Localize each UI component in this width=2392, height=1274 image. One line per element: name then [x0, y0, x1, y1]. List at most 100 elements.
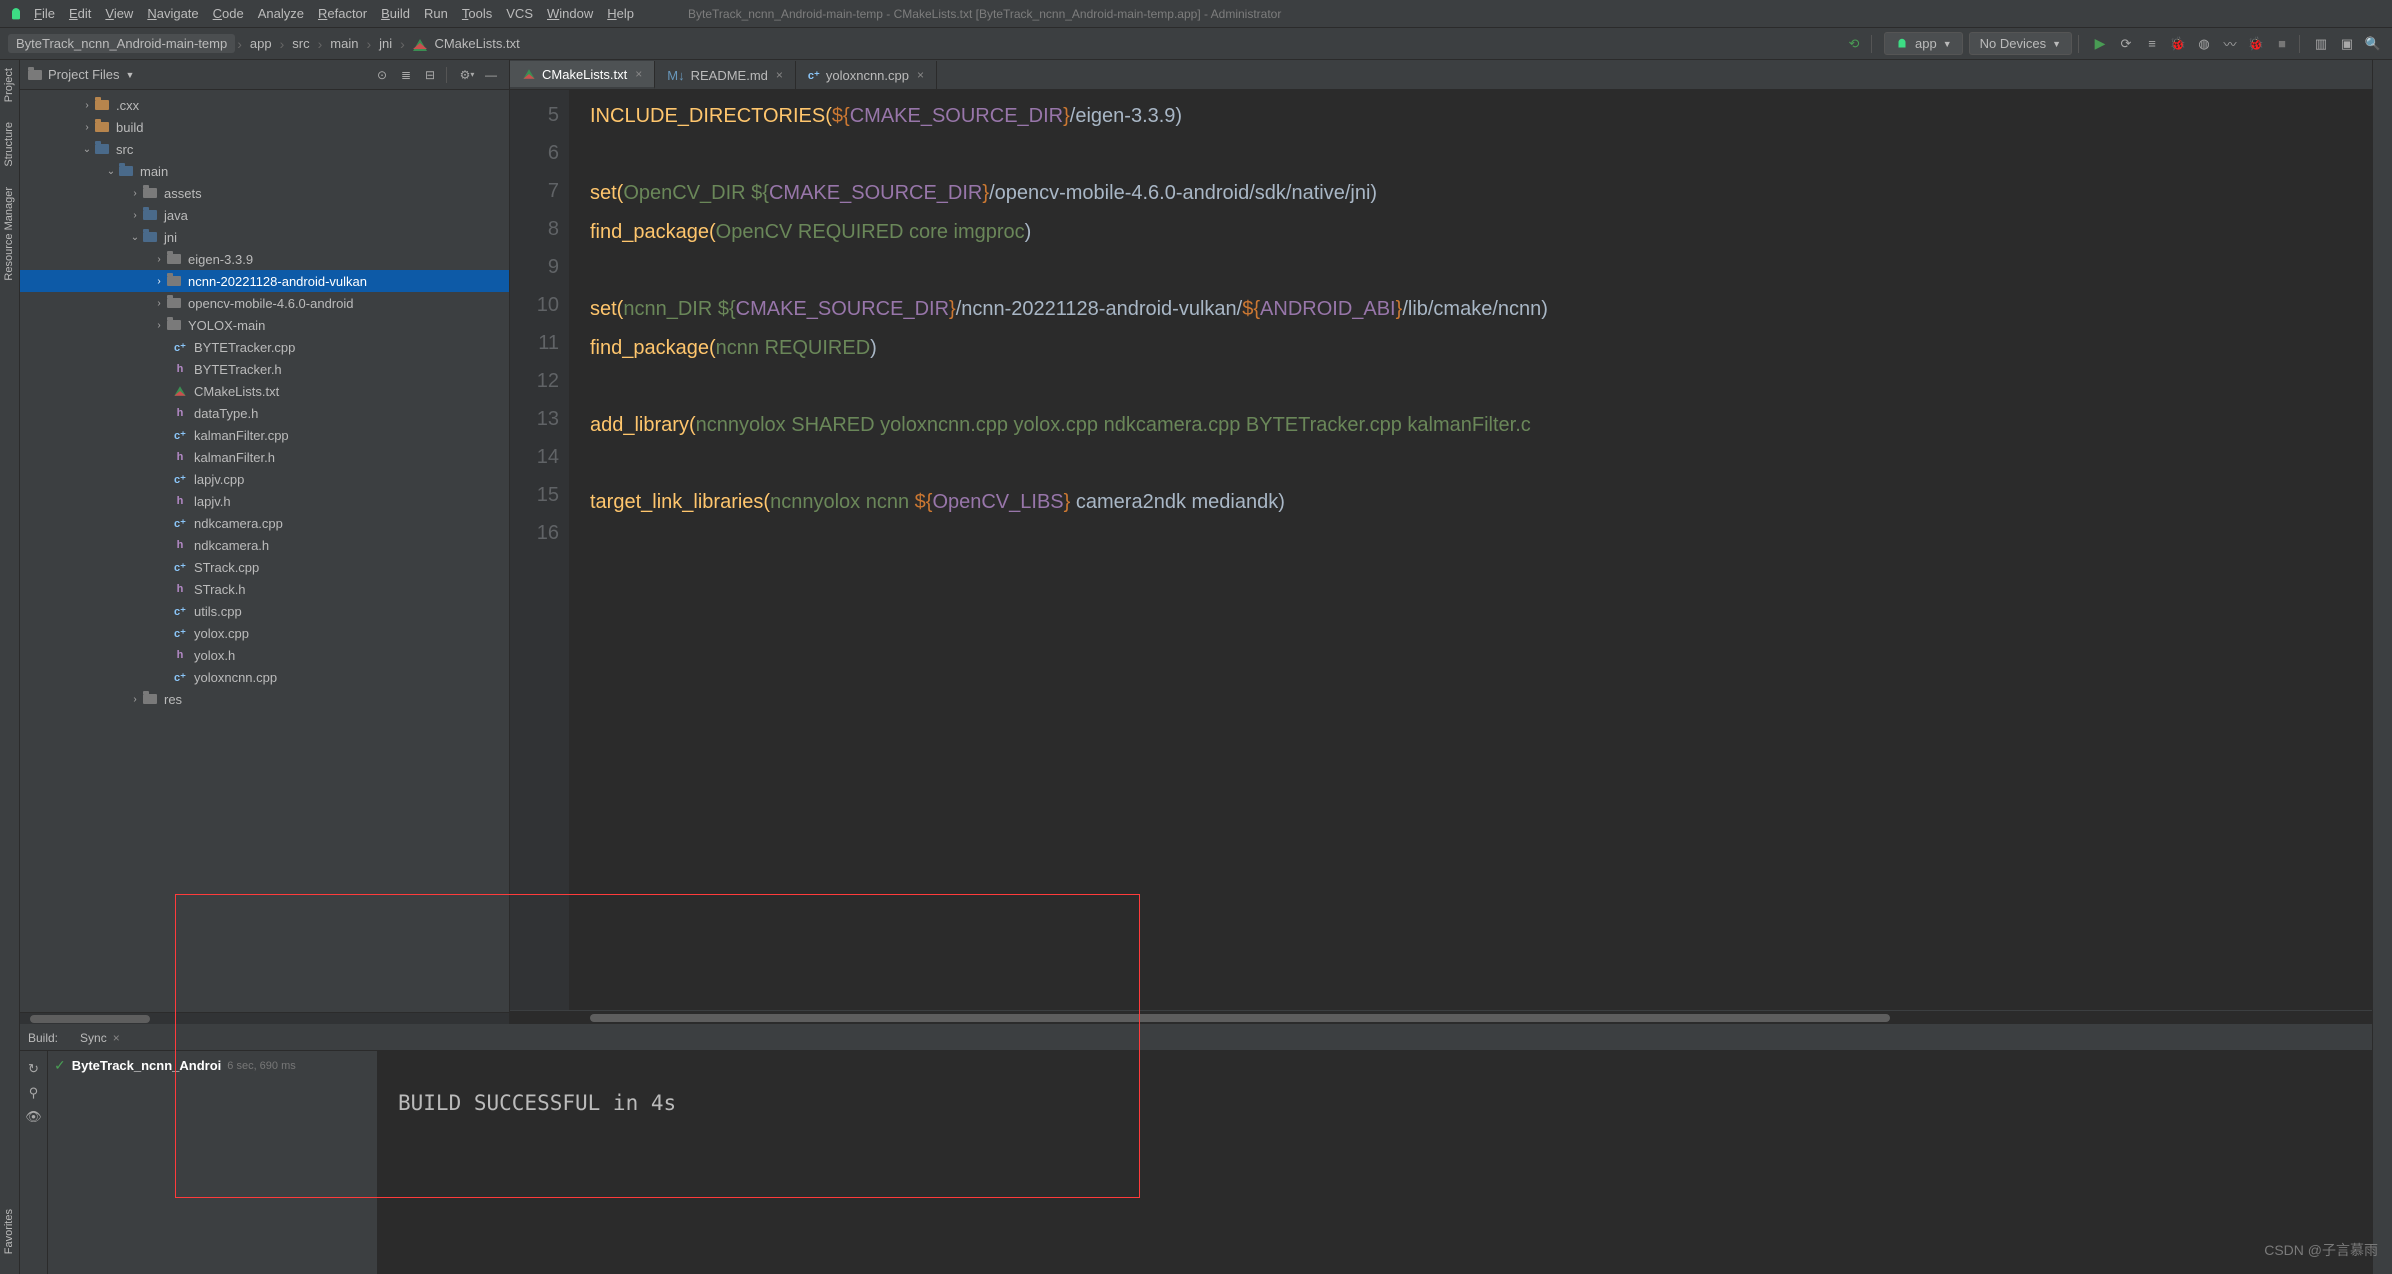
apply-code-icon[interactable]: ≡ — [2141, 33, 2163, 55]
toggle-view-icon[interactable]: 👁 — [20, 1105, 47, 1129]
tree-file[interactable]: c⁺BYTETracker.cpp — [20, 336, 509, 358]
menu-refactor[interactable]: RefactorRefactor — [318, 6, 367, 21]
project-hscrollbar[interactable] — [20, 1012, 509, 1024]
sync-gradle-icon[interactable]: ⟲ — [1843, 33, 1865, 55]
cpp-icon: c⁺ — [172, 341, 188, 354]
select-opened-file-icon[interactable]: ⊙ — [372, 65, 392, 85]
breadcrumb-file[interactable]: CMakeLists.txt — [407, 36, 526, 51]
tree-file[interactable]: c⁺kalmanFilter.cpp — [20, 424, 509, 446]
stop-icon[interactable]: ■ — [2271, 33, 2293, 55]
tree-file[interactable]: c⁺lapjv.cpp — [20, 468, 509, 490]
tree-file[interactable]: hndkcamera.h — [20, 534, 509, 556]
menu-bar: FFileile EditEdit ViewView NavigateNavig… — [0, 0, 2392, 28]
breadcrumb-root[interactable]: ByteTrack_ncnn_Android-main-temp — [8, 34, 235, 53]
tree-file[interactable]: hkalmanFilter.h — [20, 446, 509, 468]
tree-folder-main[interactable]: ⌄main — [20, 160, 509, 182]
menu-window[interactable]: WindowWindow — [547, 6, 593, 21]
menu-view[interactable]: ViewView — [105, 6, 133, 21]
module-selector[interactable]: app▼ — [1884, 32, 1963, 55]
tree-file[interactable]: hBYTETracker.h — [20, 358, 509, 380]
menu-analyze[interactable]: Analyze — [258, 6, 304, 21]
tree-file[interactable]: CMakeLists.txt — [20, 380, 509, 402]
breadcrumb-src[interactable]: src — [286, 36, 315, 51]
apply-changes-icon[interactable]: ⟳ — [2115, 33, 2137, 55]
menu-tools[interactable]: ToolsTools — [462, 6, 492, 21]
tree-file[interactable]: c⁺utils.cpp — [20, 600, 509, 622]
device-selector[interactable]: No Devices▼ — [1969, 32, 2072, 55]
watermark: CSDN @子言慕雨 — [2264, 1240, 2378, 1260]
close-icon[interactable]: × — [635, 67, 642, 81]
tree-folder-yolox-main[interactable]: ›YOLOX-main — [20, 314, 509, 336]
coverage-icon[interactable]: ◍ — [2193, 33, 2215, 55]
build-tab-sync[interactable]: Sync× — [72, 1028, 128, 1048]
tree-file[interactable]: c⁺STrack.cpp — [20, 556, 509, 578]
menu-help[interactable]: HelpHelp — [607, 6, 634, 21]
breadcrumb-jni[interactable]: jni — [373, 36, 398, 51]
tree-file[interactable]: hSTrack.h — [20, 578, 509, 600]
build-task-row[interactable]: ✓ ByteTrack_ncnn_Androi 6 sec, 690 ms — [54, 1057, 371, 1074]
project-view-selector[interactable]: Project Files▼ — [28, 67, 134, 82]
editor-tab-cmake[interactable]: CMakeLists.txt× — [510, 61, 655, 89]
build-output[interactable]: BUILD SUCCESSFUL in 4s — [378, 1051, 2372, 1274]
breadcrumb-app[interactable]: app — [244, 36, 278, 51]
menu-edit[interactable]: EditEdit — [69, 6, 91, 21]
tree-file[interactable]: hdataType.h — [20, 402, 509, 424]
menu-build[interactable]: BuildBuild — [381, 6, 410, 21]
cpp-icon: c⁺ — [808, 69, 820, 82]
profiler-icon[interactable]: 〰 — [2219, 33, 2241, 55]
scrollbar-thumb[interactable] — [30, 1015, 150, 1023]
scrollbar-thumb[interactable] — [590, 1014, 1890, 1022]
breadcrumb-main[interactable]: main — [324, 36, 364, 51]
structure-tool-tab[interactable]: Structure — [0, 114, 18, 175]
tree-folder-eigen[interactable]: ›eigen-3.3.9 — [20, 248, 509, 270]
run-button[interactable]: ▶ — [2089, 33, 2111, 55]
rerun-icon[interactable]: ↻ — [20, 1057, 47, 1081]
menu-code[interactable]: CodeCode — [213, 6, 244, 21]
close-icon[interactable]: × — [776, 68, 783, 82]
favorites-tool-tab[interactable]: Favorites — [0, 1201, 18, 1262]
editor-tab-yolox[interactable]: c⁺yoloxncnn.cpp× — [796, 61, 937, 89]
menu-navigate[interactable]: NavigateNavigate — [147, 6, 198, 21]
tree-folder-jni[interactable]: ⌄jni — [20, 226, 509, 248]
editor-tab-readme[interactable]: M↓README.md× — [655, 61, 796, 89]
tree-file[interactable]: c⁺yolox.cpp — [20, 622, 509, 644]
cpp-icon: c⁺ — [172, 473, 188, 486]
close-icon[interactable]: × — [917, 68, 924, 82]
tree-file[interactable]: hyolox.h — [20, 644, 509, 666]
hide-icon[interactable]: — — [481, 65, 501, 85]
search-everywhere-icon[interactable]: 🔍 — [2362, 33, 2384, 55]
debug-icon[interactable]: 🐞 — [2167, 33, 2189, 55]
code-editor[interactable]: INCLUDE_DIRECTORIES(${CMAKE_SOURCE_DIR}/… — [570, 90, 2372, 1010]
tree-folder-java[interactable]: ›java — [20, 204, 509, 226]
editor-hscrollbar[interactable] — [510, 1010, 2372, 1024]
tree-file[interactable]: c⁺yoloxncnn.cpp — [20, 666, 509, 688]
markdown-icon: M↓ — [667, 68, 684, 83]
expand-all-icon[interactable]: ≣ — [396, 65, 416, 85]
menu-vcs[interactable]: VCS — [506, 6, 533, 21]
tree-file[interactable]: c⁺ndkcamera.cpp — [20, 512, 509, 534]
tree-folder-res[interactable]: ›res — [20, 688, 509, 710]
tree-folder-cxx[interactable]: ›.cxx — [20, 94, 509, 116]
build-panel: Build: Sync× ↻ ⚲ 👁 ✓ ByteTrack_ncnn_Andr… — [20, 1024, 2372, 1274]
cpp-icon: c⁺ — [172, 561, 188, 574]
attach-debugger-icon[interactable]: 🐞 — [2245, 33, 2267, 55]
editor-body[interactable]: 5678910111213141516 INCLUDE_DIRECTORIES(… — [510, 90, 2372, 1010]
menu-file[interactable]: FFileile — [34, 6, 55, 21]
tree-folder-build[interactable]: ›build — [20, 116, 509, 138]
settings-icon[interactable]: ⚙▾ — [457, 65, 477, 85]
tree-file[interactable]: hlapjv.h — [20, 490, 509, 512]
avd-icon[interactable]: ▥ — [2310, 33, 2332, 55]
sdk-icon[interactable]: ▣ — [2336, 33, 2358, 55]
project-tree[interactable]: ›.cxx ›build ⌄src ⌄main ›assets ›java ⌄j… — [20, 90, 509, 1012]
menu-run[interactable]: Run — [424, 6, 448, 21]
filter-icon[interactable]: ⚲ — [20, 1081, 47, 1105]
close-icon[interactable]: × — [113, 1031, 120, 1045]
tree-folder-opencv[interactable]: ›opencv-mobile-4.6.0-android — [20, 292, 509, 314]
tree-folder-assets[interactable]: ›assets — [20, 182, 509, 204]
tree-folder-ncnn[interactable]: ›ncnn-20221128-android-vulkan — [20, 270, 509, 292]
resource-manager-tool-tab[interactable]: Resource Manager — [0, 179, 18, 289]
collapse-all-icon[interactable]: ⊟ — [420, 65, 440, 85]
build-tree[interactable]: ✓ ByteTrack_ncnn_Androi 6 sec, 690 ms — [48, 1051, 378, 1274]
project-tool-tab[interactable]: Project — [0, 60, 18, 110]
tree-folder-src[interactable]: ⌄src — [20, 138, 509, 160]
